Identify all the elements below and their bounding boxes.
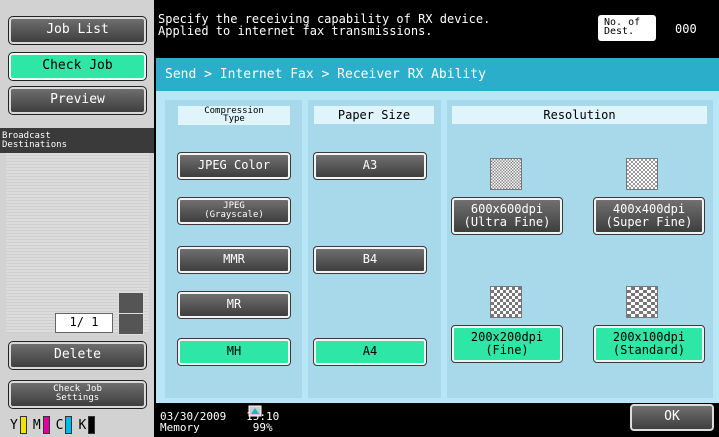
mr-button[interactable]: MR bbox=[177, 291, 291, 319]
network-icon bbox=[248, 405, 262, 417]
job-list-button[interactable]: Job List bbox=[8, 16, 147, 45]
a4-button[interactable]: A4 bbox=[313, 338, 427, 366]
scroll-up-arrow[interactable] bbox=[118, 292, 144, 314]
toner-y: Y bbox=[10, 416, 27, 434]
settings-panel: Send > Internet Fax > Receiver RX Abilit… bbox=[156, 58, 719, 403]
toner-bar-k bbox=[88, 416, 96, 434]
fine-pattern-icon bbox=[490, 286, 522, 318]
scroll-down-arrow[interactable] bbox=[118, 313, 144, 335]
compression-header: Compression Type bbox=[178, 106, 290, 125]
resolution-header: Resolution bbox=[452, 106, 707, 124]
instruction-message: Specify the receiving capability of RX d… bbox=[158, 12, 491, 38]
a3-button[interactable]: A3 bbox=[313, 152, 427, 180]
memory-status: Memory 99% bbox=[160, 421, 273, 434]
dest-count-label: No. of Dest. bbox=[598, 15, 656, 41]
paper-size-header: Paper Size bbox=[314, 106, 434, 124]
toner-bar-c bbox=[65, 416, 73, 434]
mmr-button[interactable]: MMR bbox=[177, 246, 291, 274]
toner-m: M bbox=[33, 416, 50, 434]
b4-button[interactable]: B4 bbox=[313, 246, 427, 274]
res-200x200-button[interactable]: 200x200dpi (Fine) bbox=[451, 325, 563, 363]
jpeg-color-button[interactable]: JPEG Color bbox=[177, 152, 291, 180]
page-indicator: 1/ 1 bbox=[55, 313, 113, 333]
res-400x400-button[interactable]: 400x400dpi (Super Fine) bbox=[593, 197, 705, 235]
super-fine-pattern-icon bbox=[626, 158, 658, 190]
preview-button[interactable]: Preview bbox=[8, 86, 147, 115]
ok-button[interactable]: OK bbox=[630, 404, 714, 431]
toner-bar-y bbox=[19, 416, 27, 434]
check-job-button[interactable]: Check Job bbox=[8, 52, 147, 81]
standard-pattern-icon bbox=[626, 286, 658, 318]
toner-c: C bbox=[56, 416, 73, 434]
toner-bar-m bbox=[42, 416, 50, 434]
broadcast-destinations-header: Broadcast Destinations bbox=[0, 128, 154, 153]
res-600x600-button[interactable]: 600x600dpi (Ultra Fine) bbox=[451, 197, 563, 235]
check-job-settings-button[interactable]: Check Job Settings bbox=[8, 380, 147, 409]
jpeg-grayscale-button[interactable]: JPEG (Grayscale) bbox=[177, 197, 291, 225]
left-sidebar: Job List Check Job Preview Broadcast Des… bbox=[0, 0, 154, 437]
ultra-fine-pattern-icon bbox=[490, 158, 522, 190]
res-200x100-button[interactable]: 200x100dpi (Standard) bbox=[593, 325, 705, 363]
toner-levels: Y M C K bbox=[10, 414, 150, 436]
delete-button[interactable]: Delete bbox=[8, 341, 147, 370]
dest-count-value: 000 bbox=[675, 22, 697, 36]
toner-k: K bbox=[78, 416, 96, 434]
mh-button[interactable]: MH bbox=[177, 338, 291, 366]
breadcrumb: Send > Internet Fax > Receiver RX Abilit… bbox=[156, 58, 719, 91]
